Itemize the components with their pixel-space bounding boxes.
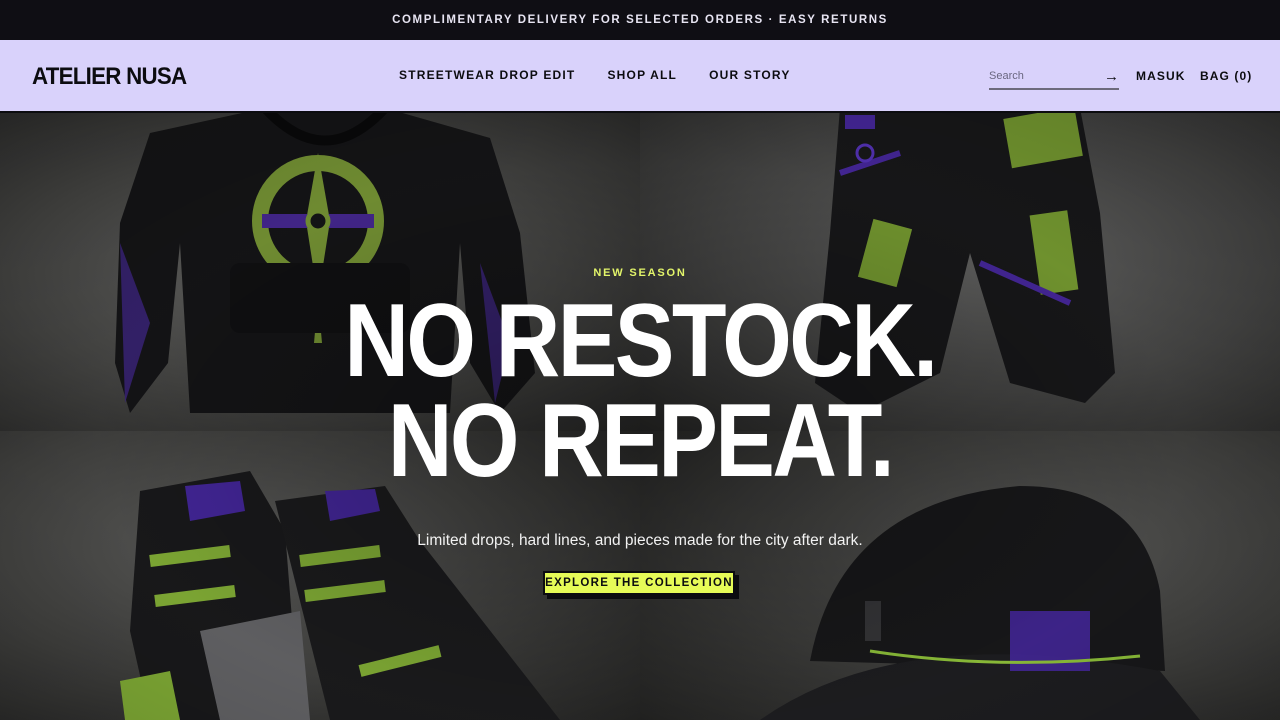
main-nav: STREETWEAR DROP EDIT SHOP ALL OUR STORY [399,68,791,82]
announcement-text: COMPLIMENTARY DELIVERY FOR SELECTED ORDE… [392,14,888,26]
nav-our-story[interactable]: OUR STORY [709,68,790,82]
nav-shop-all[interactable]: SHOP ALL [607,68,677,82]
hero-headline-line-1: NO RESTOCK. [344,283,938,399]
nav-streetwear-drop-edit[interactable]: STREETWEAR DROP EDIT [399,68,575,82]
hero-eyebrow: NEW SEASON [593,267,687,279]
search-input[interactable] [989,70,1089,82]
bag-link[interactable]: BAG (0) [1200,69,1252,83]
site-header: ATELIER NUSA STREETWEAR DROP EDIT SHOP A… [0,40,1280,113]
hero-copy: NEW SEASON NO RESTOCK. NO REPEAT. Limite… [0,113,1280,720]
account-link[interactable]: MASUK [1136,69,1186,83]
arrow-right-icon[interactable]: → [1104,69,1119,84]
hero-headline: NO RESTOCK. NO REPEAT. [0,283,1280,499]
hero-headline-line-2: NO REPEAT. [387,383,895,499]
explore-collection-button[interactable]: EXPLORE THE COLLECTION [543,571,735,595]
search-box: → [989,64,1119,90]
brand-logo[interactable]: ATELIER NUSA [32,63,187,91]
hero-subcopy: Limited drops, hard lines, and pieces ma… [417,532,863,549]
announcement-bar: COMPLIMENTARY DELIVERY FOR SELECTED ORDE… [0,0,1280,40]
hero-banner: NEW SEASON NO RESTOCK. NO REPEAT. Limite… [0,113,1280,720]
